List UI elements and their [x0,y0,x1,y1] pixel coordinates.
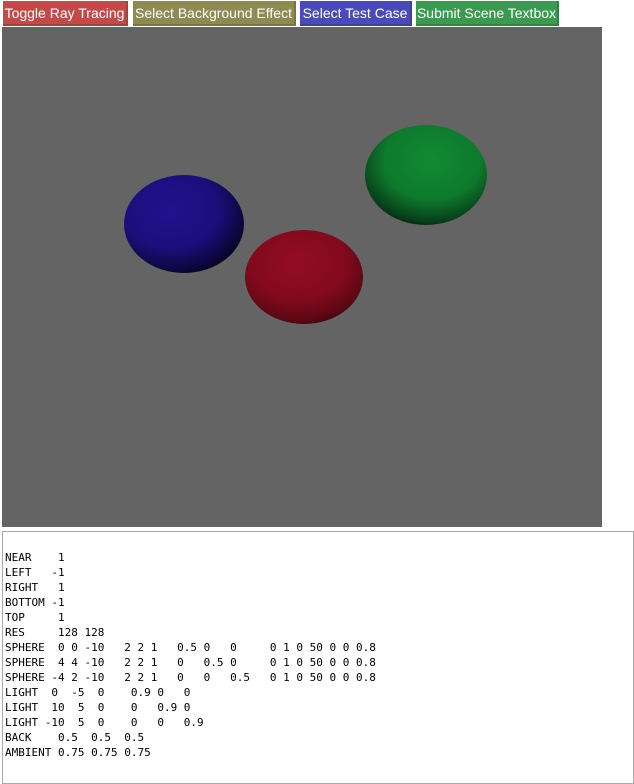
blue-sphere [124,175,244,273]
select-background-effect-button[interactable]: Select Background Effect [133,1,296,26]
green-sphere [365,125,487,225]
red-sphere [245,230,363,324]
toggle-ray-tracing-button[interactable]: Toggle Ray Tracing [3,1,128,26]
scene-textbox[interactable] [2,531,634,784]
select-test-case-button[interactable]: Select Test Case [300,1,412,26]
render-canvas [2,27,602,527]
submit-scene-textbox-button[interactable]: Submit Scene Textbox [416,1,559,26]
render-canvas-svg [2,27,602,527]
